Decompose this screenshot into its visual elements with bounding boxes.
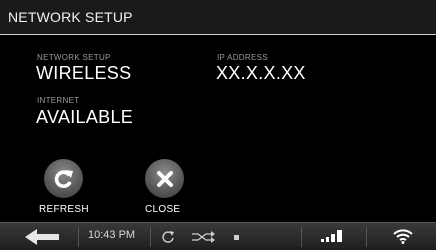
refresh-icon (54, 169, 73, 188)
status-divider (78, 227, 79, 247)
network-setup-value: WIRELESS (36, 63, 132, 83)
status-divider (150, 227, 151, 247)
close-label: CLOSE (145, 204, 181, 215)
page-title: NETWORK SETUP (8, 9, 133, 25)
shuffle-button[interactable] (191, 231, 215, 243)
stop-icon (233, 234, 239, 240)
status-divider (366, 227, 367, 247)
ip-address-label: IP ADDRESS (217, 53, 268, 62)
close-button[interactable] (145, 159, 184, 198)
internet-value: AVAILABLE (36, 107, 134, 127)
status-bar: 10:43 PM (0, 222, 436, 250)
rotate-icon (162, 231, 174, 243)
title-bar: NETWORK SETUP (0, 0, 436, 35)
signal-bars-icon (321, 230, 342, 242)
rotate-button[interactable] (160, 229, 176, 245)
network-info-panel: NETWORK SETUP WIRELESS INTERNET AVAILABL… (0, 36, 436, 222)
ip-address-value: XX.X.X.XX (216, 63, 306, 83)
refresh-label: REFRESH (39, 204, 89, 215)
back-button[interactable] (24, 228, 60, 246)
stop-button[interactable] (233, 234, 239, 240)
wifi-status (393, 227, 413, 245)
network-setup-label: NETWORK SETUP (37, 53, 111, 62)
clock-time: 10:43 PM (88, 229, 136, 241)
refresh-button[interactable] (44, 159, 83, 198)
close-icon (156, 170, 173, 187)
signal-strength (320, 228, 348, 244)
shuffle-icon (192, 231, 215, 243)
wifi-icon (393, 229, 413, 244)
status-divider (301, 227, 302, 247)
back-arrow-icon (25, 229, 59, 245)
internet-label: INTERNET (37, 96, 80, 105)
